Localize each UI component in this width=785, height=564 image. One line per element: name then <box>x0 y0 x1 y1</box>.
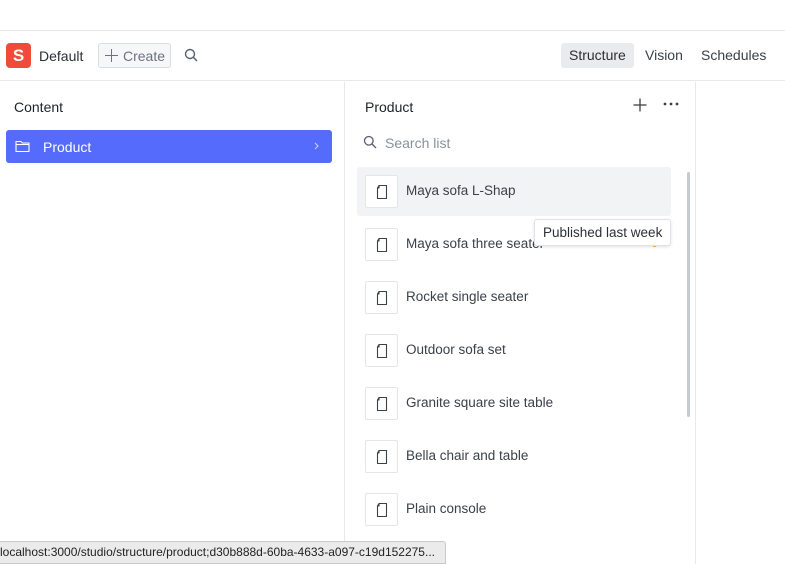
document-icon <box>365 281 398 314</box>
browser-status-bar: localhost:3000/studio/structure/product;… <box>0 541 446 564</box>
document-icon <box>365 175 398 208</box>
content-item-product[interactable]: Product <box>6 130 332 163</box>
document-icon <box>365 440 398 473</box>
workspace-name[interactable]: Default <box>39 48 83 64</box>
browser-top-area <box>0 0 785 31</box>
status-tooltip: Published last week <box>534 219 671 246</box>
document-icon <box>365 228 398 261</box>
more-menu-icon[interactable] <box>663 102 679 106</box>
list-item[interactable]: Plain console <box>357 485 671 534</box>
create-label: Create <box>123 47 166 64</box>
content-item-label: Product <box>43 139 92 155</box>
list-item[interactable]: Maya sofa L-Shap <box>357 167 671 216</box>
document-title: Granite square site table <box>406 395 554 410</box>
content-pane-title: Content <box>14 99 64 115</box>
document-icon <box>365 334 398 367</box>
product-pane: Product Maya sofa L-Shap Maya sofa three… <box>345 82 696 564</box>
search-icon[interactable] <box>183 47 200 64</box>
document-title: Rocket single seater <box>406 289 529 304</box>
document-icon <box>365 493 398 526</box>
document-title: Outdoor sofa set <box>406 342 506 357</box>
chevron-right-icon <box>314 142 319 150</box>
folder-icon <box>15 140 30 153</box>
tool-vision[interactable]: Vision <box>637 43 691 68</box>
list-search <box>357 130 675 156</box>
studio-logo[interactable]: S <box>6 43 31 68</box>
add-document-icon[interactable] <box>633 98 647 112</box>
product-pane-title: Product <box>365 99 414 115</box>
list-item[interactable]: Outdoor sofa set <box>357 326 671 375</box>
list-scrollbar[interactable] <box>687 172 690 417</box>
list-item[interactable]: Granite square site table <box>357 379 671 428</box>
tool-structure[interactable]: Structure <box>561 43 634 68</box>
document-title: Maya sofa three seater <box>406 236 545 251</box>
list-item[interactable]: Bella chair and table <box>357 432 671 481</box>
document-title: Bella chair and table <box>406 448 529 463</box>
document-icon <box>365 387 398 420</box>
plus-icon <box>105 49 118 62</box>
tool-schedules[interactable]: Schedules <box>693 43 774 68</box>
list-item[interactable]: Rocket single seater <box>357 273 671 322</box>
document-title: Maya sofa L-Shap <box>406 183 516 198</box>
create-button[interactable]: Create <box>98 43 171 68</box>
search-list-input[interactable] <box>385 130 665 156</box>
search-icon <box>363 135 377 149</box>
document-title: Plain console <box>406 501 487 516</box>
studio-navbar: S Default Create Structure Vision Schedu… <box>0 31 785 81</box>
content-pane: Content Product <box>0 82 345 564</box>
